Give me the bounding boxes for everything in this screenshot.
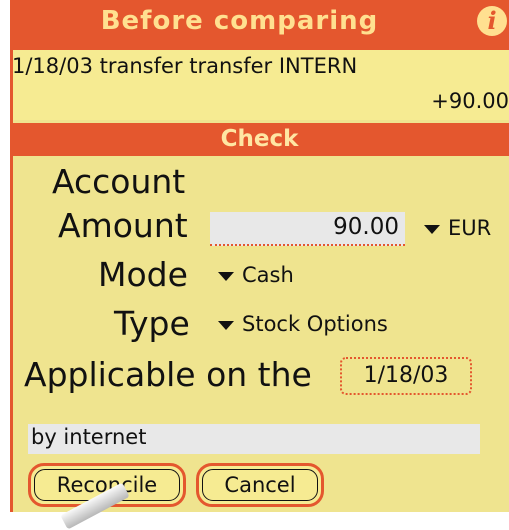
amount-value: 90.00 <box>333 214 399 240</box>
transaction-amount: +90.00 <box>431 89 509 113</box>
section-label: Check <box>220 126 299 152</box>
account-label: Account <box>52 162 186 201</box>
title-bar: Before comparing i <box>10 0 509 50</box>
date-selector[interactable]: 1/18/03 <box>340 357 472 395</box>
amount-label: Amount <box>58 206 188 245</box>
currency-value: EUR <box>448 216 492 240</box>
type-label: Type <box>114 304 190 343</box>
section-header: Check <box>10 123 509 156</box>
mode-label: Mode <box>98 255 188 294</box>
cancel-button[interactable]: Cancel <box>196 463 324 507</box>
dropdown-triangle-icon <box>424 224 440 234</box>
dropdown-triangle-icon <box>218 320 234 330</box>
type-value: Stock Options <box>242 312 388 336</box>
transaction-description: 1/18/03 transfer transfer INTERN <box>12 54 358 78</box>
screen-edge <box>10 0 13 512</box>
mode-picker[interactable]: Cash <box>218 263 294 287</box>
note-value: by internet <box>31 425 147 449</box>
palm-screen: Before comparing i 1/18/03 transfer tran… <box>10 0 509 512</box>
info-icon[interactable]: i <box>477 6 507 36</box>
date-label: Applicable on the <box>24 355 312 394</box>
amount-field[interactable]: 90.00 <box>210 212 405 246</box>
dropdown-triangle-icon <box>218 271 234 281</box>
currency-picker[interactable]: EUR <box>424 216 491 240</box>
transaction-summary: 1/18/03 transfer transfer INTERN +90.00 <box>10 50 509 120</box>
note-field[interactable]: by internet <box>28 424 480 454</box>
page-title: Before comparing <box>100 6 379 36</box>
mode-value: Cash <box>242 263 294 287</box>
type-picker[interactable]: Stock Options <box>218 312 388 336</box>
cancel-button-label: Cancel <box>202 469 318 501</box>
